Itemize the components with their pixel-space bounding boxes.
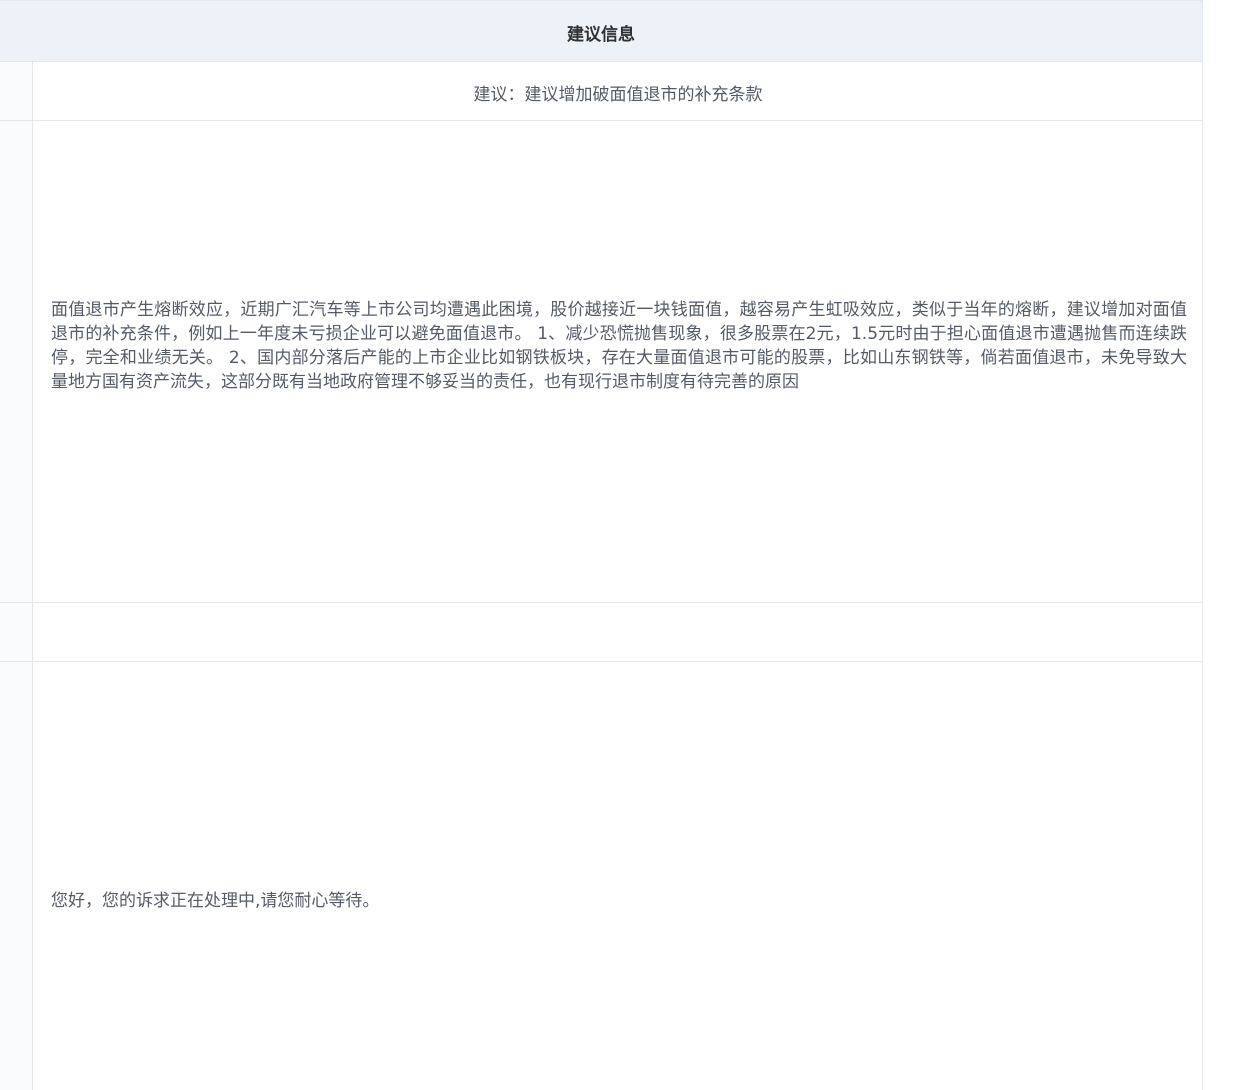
suggestion-content-row: 面值退市产生熔断效应，近期广汇汽车等上市公司均遭遇此困境，股价越接近一块钱面值，… <box>0 121 1202 603</box>
reply-row: 您好，您的诉求正在处理中,请您耐心等待。 <box>0 662 1202 1090</box>
suggestion-title: 建议：建议增加破面值退市的补充条款 <box>473 85 763 105</box>
suggestion-title-row: 建议：建议增加破面值退市的补充条款 <box>0 62 1202 121</box>
suggestion-content: 面值退市产生熔断效应，近期广汇汽车等上市公司均遭遇此困境，股价越接近一块钱面值，… <box>51 300 1187 392</box>
section-title: 建议信息 <box>567 25 635 45</box>
suggestion-info-panel: 建议信息 建议：建议增加破面值退市的补充条款 面值退市产生熔断效应，近期广汇汽车… <box>0 0 1203 1090</box>
section-header: 建议信息 <box>0 0 1202 62</box>
empty-info-row <box>0 603 1202 662</box>
reply-content: 您好，您的诉求正在处理中,请您耐心等待。 <box>51 891 380 911</box>
